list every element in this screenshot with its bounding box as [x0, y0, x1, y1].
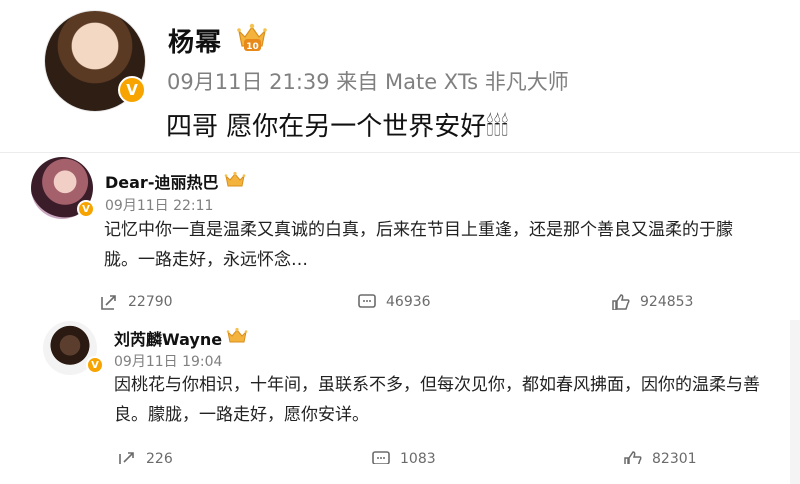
comment-button[interactable]: 1083	[372, 451, 436, 464]
verified-v-icon: V	[86, 356, 104, 374]
comment-time: 09月11日 22:11	[105, 198, 214, 214]
repost-button[interactable]: 226	[118, 451, 173, 464]
comment-username[interactable]: 刘芮麟Wayne	[114, 326, 222, 350]
like-button[interactable]: 82301	[624, 451, 697, 464]
repost-count: 22790	[128, 294, 173, 310]
divider	[0, 152, 800, 153]
comment-actions: 226 1083 82301	[0, 449, 790, 464]
comment-icon	[372, 451, 390, 464]
like-button[interactable]: 924853	[612, 294, 693, 310]
repost-icon	[119, 452, 134, 464]
comment-count: 46936	[386, 294, 431, 310]
post-username[interactable]: 杨幂	[168, 22, 222, 59]
comment-time: 09月11日 19:04	[114, 354, 223, 370]
repost-button[interactable]: 22790	[100, 294, 173, 310]
repost-count: 226	[146, 451, 173, 464]
verified-v-icon: V	[77, 200, 95, 218]
like-icon	[624, 451, 642, 464]
comment-username[interactable]: Dear-迪丽热巴	[105, 169, 218, 193]
comment-content: 记忆中你一直是温柔又真诚的白真，后来在节目上重逢，还是那个善良又温柔的于朦胧。一…	[104, 220, 733, 270]
comment-content: 因桃花与你相识，十年间，虽联系不多，但每次见你，都如春风拂面，因你的温柔与善良。…	[114, 375, 760, 425]
edge-strip	[790, 320, 800, 484]
comment-button[interactable]: 46936	[358, 294, 431, 310]
section-gap	[0, 310, 800, 320]
level-badge-number: 10	[246, 42, 259, 52]
repost-icon	[101, 295, 116, 310]
comment-icon	[358, 294, 376, 308]
post-meta: 09月11日 21:39 来自 Mate XTs 非凡大师	[167, 70, 569, 94]
crown-badge-icon	[224, 171, 246, 187]
crown-badge-icon[interactable]: 10	[236, 22, 268, 52]
post-content: 四哥 愿你在另一个世界安好🕯🕯🕯	[166, 112, 509, 142]
like-count: 924853	[640, 294, 694, 310]
comment-count: 1083	[400, 451, 436, 464]
comment-actions: 22790 46936 924853	[0, 292, 800, 310]
verified-v-icon: V	[118, 76, 146, 104]
like-icon	[612, 294, 630, 310]
crown-badge-icon	[226, 327, 248, 343]
like-count: 82301	[652, 451, 697, 464]
